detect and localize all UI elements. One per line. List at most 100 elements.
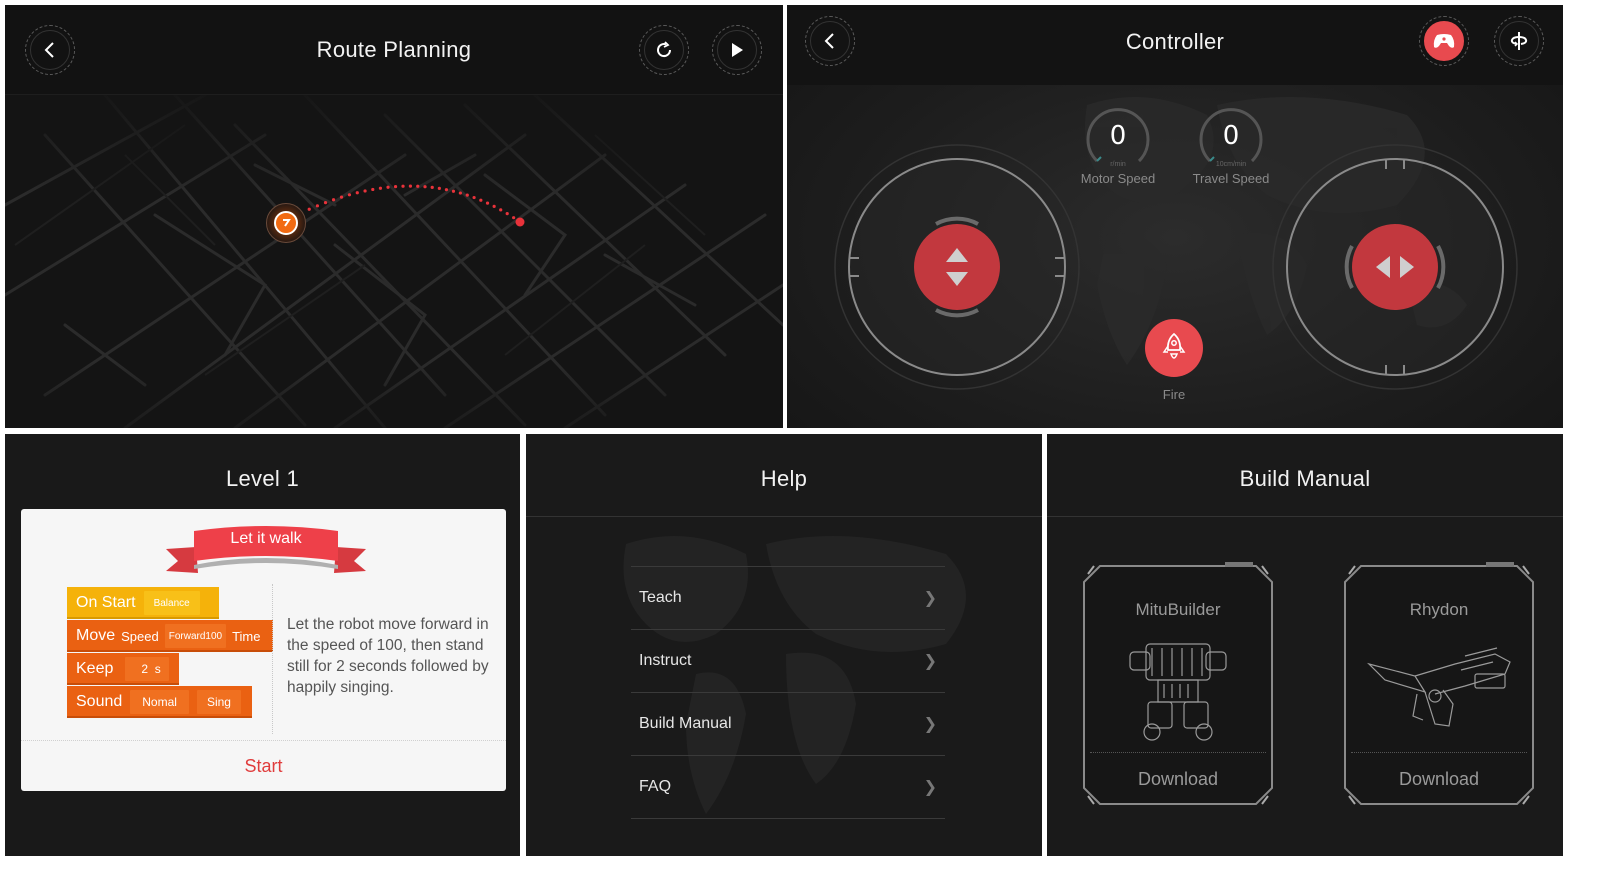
controller-panel: Controller 0 r/min Motor Speed 0 10cm/mi… <box>787 5 1563 428</box>
street-map[interactable] <box>5 93 783 428</box>
sound-block[interactable]: Sound Nomal Sing <box>67 686 252 718</box>
robot-card-mitubuilder[interactable]: MituBuilder Download <box>1080 562 1276 808</box>
motor-speed-gauge: 0 r/min Motor Speed <box>1081 105 1155 186</box>
route-dot <box>307 207 311 211</box>
block-slot[interactable]: 2 s <box>125 657 169 681</box>
move-block[interactable]: Move Speed Forward100 Time <box>67 620 273 652</box>
refresh-icon <box>657 41 672 58</box>
chevron-right-icon: ❯ <box>923 653 937 670</box>
page-title: Help <box>760 466 808 491</box>
divider <box>526 516 1042 517</box>
build-manual-panel: Build Manual MituBuilder Download Rhydon… <box>1047 434 1563 856</box>
help-item-instruct[interactable]: Instruct ❯ <box>631 630 945 693</box>
route-dot <box>458 191 462 195</box>
block-slot[interactable]: Balance <box>143 591 200 615</box>
robot-illustration <box>1129 643 1227 741</box>
route-dot <box>416 184 420 188</box>
block-slot[interactable]: Forward100 <box>164 624 227 648</box>
block-label: On Start <box>76 594 136 611</box>
block-label: Keep <box>76 660 114 677</box>
route-dot <box>355 191 359 195</box>
left-joystick[interactable] <box>832 142 1082 392</box>
robot-name: MituBuilder <box>1135 600 1221 619</box>
route-dot <box>408 184 413 188</box>
download-button[interactable]: Download <box>1341 769 1537 790</box>
help-item-label: Instruct <box>639 652 692 669</box>
route-dot <box>444 188 449 192</box>
download-button[interactable]: Download <box>1080 769 1276 790</box>
robot-illustration <box>1367 647 1511 727</box>
help-item-label: Build Manual <box>639 715 732 732</box>
route-dot <box>499 208 503 212</box>
keep-block[interactable]: Keep 2 s <box>67 653 179 685</box>
route-dot <box>472 195 476 200</box>
rotate-axis-icon <box>1510 32 1528 50</box>
block-slot[interactable]: Nomal <box>130 690 189 714</box>
route-dot <box>465 193 469 197</box>
help-item-label: FAQ <box>639 778 672 795</box>
left-joystick-knob[interactable] <box>914 224 1000 310</box>
right-joystick[interactable] <box>1270 142 1520 392</box>
travel-speed-gauge: 0 10cm/min Travel Speed <box>1193 105 1269 186</box>
rocket-icon <box>1162 332 1186 359</box>
speed-label: Speed <box>121 628 159 644</box>
help-item-faq[interactable]: FAQ ❯ <box>631 756 945 819</box>
route-dot <box>323 201 328 205</box>
divider <box>1351 752 1527 753</box>
help-panel: Help Teach ❯ Instruct ❯ Build Manual ❯ F… <box>526 434 1042 856</box>
gamepad-mode-button[interactable] <box>1419 16 1469 66</box>
on-start-block[interactable]: On Start Balance <box>67 587 219 619</box>
route-dot <box>347 193 352 197</box>
help-item-build-manual[interactable]: Build Manual ❯ <box>631 693 945 756</box>
route-dot <box>479 198 483 202</box>
gamepad-icon <box>1433 34 1455 48</box>
keep-unit: s <box>154 662 161 676</box>
motor-speed-value: 0 <box>1109 121 1127 151</box>
route-dot <box>437 186 441 190</box>
robot-card-rhydon[interactable]: Rhydon Download <box>1341 562 1537 808</box>
rotate-mode-button[interactable] <box>1494 16 1544 66</box>
play-button[interactable] <box>712 25 762 75</box>
time-label: Time <box>232 628 261 644</box>
route-dot <box>378 186 383 190</box>
divider <box>1047 516 1563 517</box>
route-dot <box>315 204 320 208</box>
level-card: Let it walk On Start Balance Move Speed … <box>21 509 506 791</box>
route-dot <box>451 189 456 193</box>
route-topbar: Route Planning <box>5 5 783 95</box>
chevron-right-icon: ❯ <box>923 590 937 607</box>
route-dot <box>371 187 375 192</box>
divider <box>21 740 506 741</box>
block-slot[interactable]: Sing <box>196 690 241 714</box>
ribbon-text: Let it walk <box>230 530 302 547</box>
route-dot <box>423 185 427 189</box>
chevron-right-icon: ❯ <box>923 779 937 796</box>
fire-label: Fire <box>1162 387 1186 402</box>
route-dot <box>386 185 390 189</box>
block-label: Sound <box>76 693 123 710</box>
route-path <box>299 184 525 227</box>
level-description: Let the robot move forward in the speed … <box>287 616 489 696</box>
block-label: Move <box>76 627 116 644</box>
chevron-right-icon: ❯ <box>923 716 937 733</box>
route-destination[interactable] <box>515 217 525 227</box>
divider <box>272 584 273 734</box>
route-dot <box>430 185 434 190</box>
route-dot <box>339 195 344 199</box>
route-dot <box>401 184 405 188</box>
keep-value: 2 <box>141 662 149 676</box>
play-icon <box>732 43 743 57</box>
travel-speed-value: 0 <box>1222 121 1240 151</box>
help-item-label: Teach <box>639 589 682 606</box>
right-joystick-knob[interactable] <box>1352 224 1438 310</box>
route-dot <box>512 216 516 220</box>
route-dot <box>363 189 367 193</box>
start-marker[interactable] <box>266 203 306 243</box>
route-dot <box>492 204 496 208</box>
help-item-teach[interactable]: Teach ❯ <box>631 567 945 630</box>
start-button[interactable]: Start <box>21 756 506 777</box>
fire-button[interactable] <box>1145 319 1203 377</box>
robot-name: Rhydon <box>1409 600 1469 619</box>
refresh-button[interactable] <box>639 25 689 75</box>
motor-speed-unit: r/min <box>1110 161 1126 168</box>
